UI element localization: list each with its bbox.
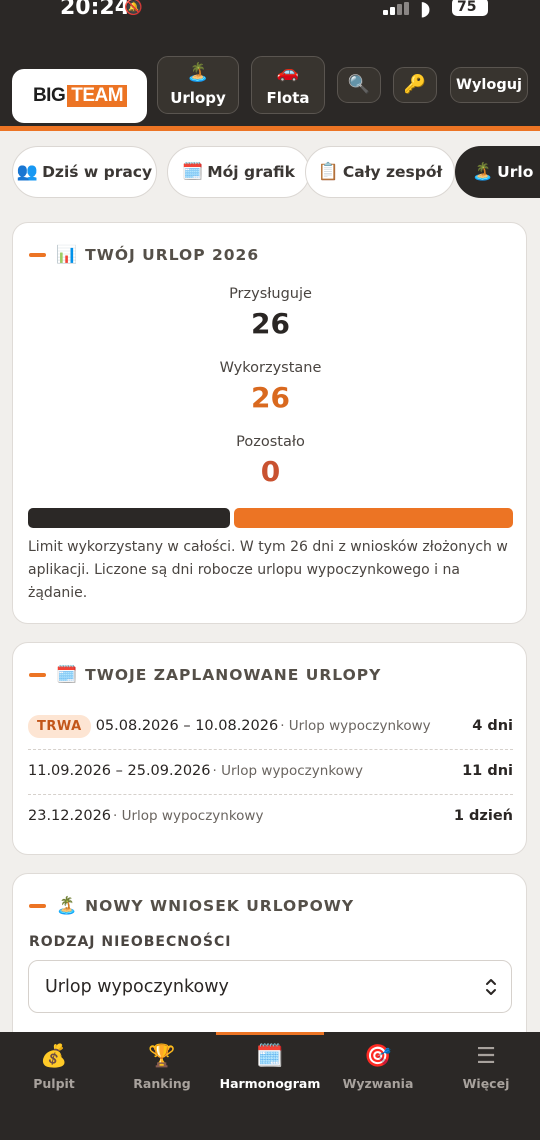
- absence-type-select[interactable]: Urlop wypoczynkowy: [28, 960, 512, 1013]
- bar-chart-icon: 📊: [56, 245, 78, 265]
- planned-title: TWOJE ZAPLANOWANE URLOPY: [85, 666, 382, 684]
- status-bar: 20:24 🔕 ◗ 75: [0, 0, 540, 22]
- wifi-icon: ◗: [420, 0, 431, 20]
- absence-type-value: Urlop wypoczynkowy: [45, 976, 229, 997]
- battery-icon: 75: [452, 0, 488, 16]
- active-indicator: [216, 1032, 324, 1035]
- vacation-dates: 23.12.2026: [28, 808, 112, 824]
- used-label: Wykorzystane: [219, 360, 322, 376]
- car-icon: 🚗: [276, 62, 300, 83]
- vacation-row[interactable]: 23.12.2026 · Urlop wypoczynkowy 1 dzień: [28, 794, 513, 838]
- hamburger-menu-icon: ☰: [476, 1044, 496, 1069]
- card-title: 🏝️ NOWY WNIOSEK URLOPOWY: [29, 896, 354, 916]
- nav-label: Pulpit: [33, 1076, 75, 1091]
- tab-label: Cały zespół: [342, 163, 443, 181]
- nav-item-dashboard[interactable]: 💰 Pulpit: [0, 1032, 108, 1140]
- nav-label: Więcej: [462, 1076, 510, 1091]
- logout-button[interactable]: Wyloguj: [450, 67, 528, 103]
- nav-item-ranking[interactable]: 🏆 Ranking: [108, 1032, 216, 1140]
- nav-label: Wyzwania: [342, 1076, 414, 1091]
- new-request-title: NOWY WNIOSEK URLOPOWY: [85, 897, 355, 915]
- title-accent-dash: [29, 253, 46, 257]
- fleet-button[interactable]: 🚗 Flota: [251, 56, 325, 114]
- tab-vacations[interactable]: 🏝️ Urlo: [455, 146, 540, 198]
- vacations-button-label: Urlopy: [170, 89, 226, 107]
- usage-bar-base: [28, 508, 230, 528]
- bottom-navigation: 💰 Pulpit 🏆 Ranking 🗓️ Harmonogram 🎯 Wyzw…: [0, 1032, 540, 1140]
- nav-label: Harmonogram: [219, 1076, 321, 1091]
- money-bag-icon: 💰: [40, 1044, 68, 1069]
- logo-team-text: TEAM: [67, 85, 128, 107]
- tab-my-schedule[interactable]: 🗓️ Mój grafik: [167, 146, 310, 198]
- tab-label: Mój grafik: [207, 163, 295, 181]
- calendar-icon: 🗓️: [256, 1044, 284, 1069]
- search-button[interactable]: 🔍: [337, 67, 381, 103]
- trophy-icon: 🏆: [148, 1044, 176, 1069]
- summary-title: TWÓJ URLOP 2026: [85, 246, 260, 264]
- schedule-tabs: 👥 Dziś w pracy 🗓️ Mój grafik 📋 Cały zesp…: [12, 144, 540, 200]
- nav-label: Ranking: [133, 1076, 191, 1091]
- battery-level: 75: [457, 0, 477, 15]
- app-header: BIG TEAM 🏝️ Urlopy 🚗 Flota 🔍 🔑 Wyloguj: [0, 22, 540, 126]
- key-icon: 🔑: [403, 74, 427, 95]
- tab-today-at-work[interactable]: 👥 Dziś w pracy: [12, 146, 157, 198]
- vacation-row[interactable]: TRWA 05.08.2026 – 10.08.2026 · Urlop wyp…: [28, 704, 513, 748]
- vacation-summary-card: 📊 TWÓJ URLOP 2026 Przysługuje 26 Wykorzy…: [12, 222, 527, 624]
- card-title: 📊 TWÓJ URLOP 2026: [29, 245, 259, 265]
- ongoing-badge: TRWA: [28, 714, 91, 738]
- header-accent-line: [0, 126, 540, 131]
- calendar-icon: 🗓️: [182, 162, 204, 182]
- tab-whole-team[interactable]: 📋 Cały zespół: [305, 146, 455, 198]
- cellular-signal-icon: [383, 2, 409, 15]
- remaining-value: 0: [260, 455, 281, 488]
- used-value: 26: [251, 381, 290, 414]
- remaining-label: Pozostało: [236, 434, 305, 450]
- tab-label: Urlo: [497, 163, 534, 181]
- card-title: 🗓️ TWOJE ZAPLANOWANE URLOPY: [29, 665, 381, 685]
- vacation-type: · Urlop wypoczynkowy: [113, 808, 264, 824]
- beach-umbrella-icon: 🏝️: [56, 896, 78, 916]
- clipboard-icon: 📋: [317, 162, 339, 182]
- muted-bell-icon: 🔕: [124, 0, 143, 16]
- vacation-days: 1 dzień: [453, 808, 513, 824]
- planned-vacations-card: 🗓️ TWOJE ZAPLANOWANE URLOPY TRWA 05.08.2…: [12, 642, 527, 855]
- search-icon: 🔍: [347, 74, 371, 95]
- vacation-dates: 05.08.2026 – 10.08.2026: [95, 718, 279, 734]
- vacation-days: 4 dni: [472, 718, 513, 734]
- vacation-days: 11 dni: [462, 763, 513, 779]
- absence-type-label: RODZAJ NIEOBECNOŚCI: [29, 934, 232, 950]
- vacation-row[interactable]: 11.09.2026 – 25.09.2026 · Urlop wypoczyn…: [28, 749, 513, 793]
- vacation-usage-bar: [28, 508, 513, 528]
- vacation-type: · Urlop wypoczynkowy: [280, 718, 431, 734]
- fleet-button-label: Flota: [266, 89, 310, 107]
- entitled-label: Przysługuje: [229, 286, 312, 302]
- title-accent-dash: [29, 673, 46, 677]
- usage-note: Limit wykorzystany w całości. W tym 26 d…: [28, 539, 508, 601]
- logo-big-text: BIG: [32, 85, 66, 106]
- beach-umbrella-icon: 🏝️: [186, 62, 210, 83]
- vacations-button[interactable]: 🏝️ Urlopy: [157, 56, 239, 114]
- nav-item-schedule[interactable]: 🗓️ Harmonogram: [216, 1032, 324, 1140]
- nav-item-challenges[interactable]: 🎯 Wyzwania: [324, 1032, 432, 1140]
- nav-item-more[interactable]: ☰ Więcej: [432, 1032, 540, 1140]
- key-button[interactable]: 🔑: [393, 67, 437, 103]
- calendar-icon: 🗓️: [56, 665, 78, 685]
- title-accent-dash: [29, 904, 46, 908]
- people-icon: 👥: [16, 162, 39, 182]
- bigteam-logo[interactable]: BIG TEAM: [12, 69, 147, 123]
- target-icon: 🎯: [364, 1044, 392, 1069]
- entitled-value: 26: [251, 307, 290, 340]
- status-time: 20:24: [60, 0, 131, 20]
- usage-bar-fill: [234, 508, 513, 528]
- chevron-up-down-icon: [486, 979, 496, 995]
- beach-umbrella-icon: 🏝️: [472, 162, 494, 182]
- vacation-type: · Urlop wypoczynkowy: [212, 763, 363, 779]
- tab-label: Dziś w pracy: [42, 163, 153, 181]
- vacation-dates: 11.09.2026 – 25.09.2026: [28, 763, 211, 779]
